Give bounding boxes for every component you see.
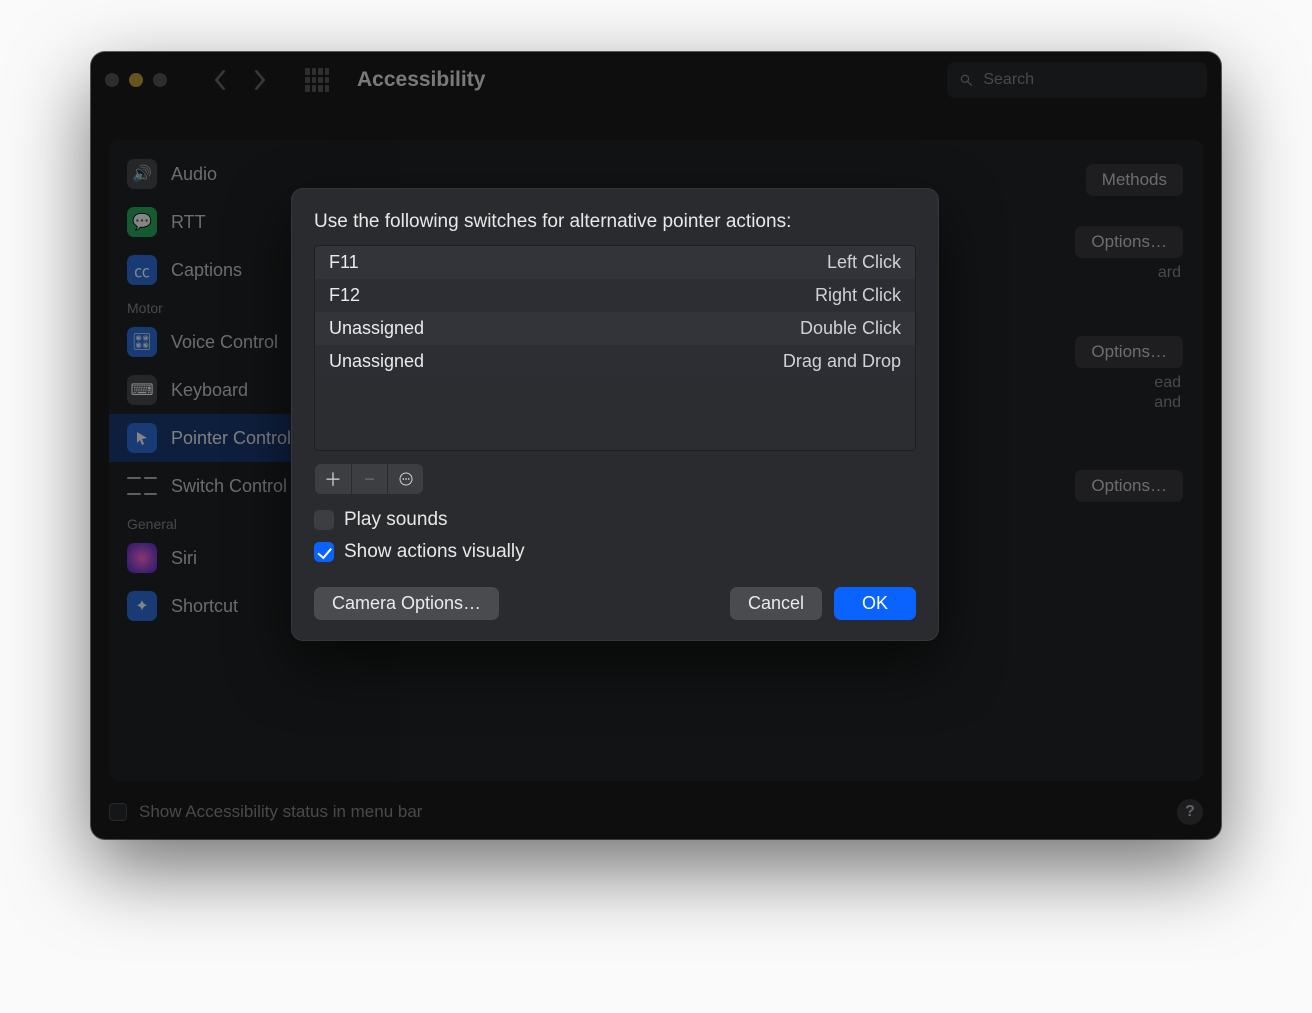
table-row[interactable]: F11 Left Click: [315, 246, 915, 279]
switch-table: F11 Left Click F12 Right Click Unassigne…: [314, 245, 916, 451]
ok-button[interactable]: OK: [834, 587, 916, 620]
show-visually-checkbox[interactable]: [314, 542, 334, 562]
ellipsis-icon: [398, 471, 414, 487]
show-visually-row: Show actions visually: [314, 541, 916, 563]
table-row[interactable]: Unassigned Drag and Drop: [315, 345, 915, 378]
sheet-title: Use the following switches for alternati…: [314, 211, 916, 233]
switch-key: F11: [329, 252, 359, 273]
switch-action: Double Click: [800, 318, 901, 339]
table-controls: ＋ −: [314, 463, 424, 495]
add-switch-button[interactable]: ＋: [315, 464, 351, 494]
play-sounds-label: Play sounds: [344, 509, 448, 531]
switch-key: Unassigned: [329, 318, 424, 339]
table-filler: [315, 378, 915, 450]
switch-key: F12: [329, 285, 360, 306]
switch-action: Right Click: [815, 285, 901, 306]
system-preferences-window: Accessibility 🔊 Audio 💬 RTT ㏄ Capti: [91, 52, 1221, 839]
play-sounds-row: Play sounds: [314, 509, 916, 531]
more-actions-button[interactable]: [387, 464, 423, 494]
table-row[interactable]: F12 Right Click: [315, 279, 915, 312]
play-sounds-checkbox[interactable]: [314, 510, 334, 530]
show-visually-label: Show actions visually: [344, 541, 525, 563]
camera-options-button[interactable]: Camera Options…: [314, 587, 499, 620]
switch-key: Unassigned: [329, 351, 424, 372]
remove-switch-button[interactable]: −: [351, 464, 387, 494]
sheet-buttons: Camera Options… Cancel OK: [314, 587, 916, 620]
table-row[interactable]: Unassigned Double Click: [315, 312, 915, 345]
switch-action: Drag and Drop: [783, 351, 901, 372]
alternative-pointer-actions-sheet: Use the following switches for alternati…: [291, 188, 939, 641]
cancel-button[interactable]: Cancel: [730, 587, 822, 620]
switch-action: Left Click: [827, 252, 901, 273]
